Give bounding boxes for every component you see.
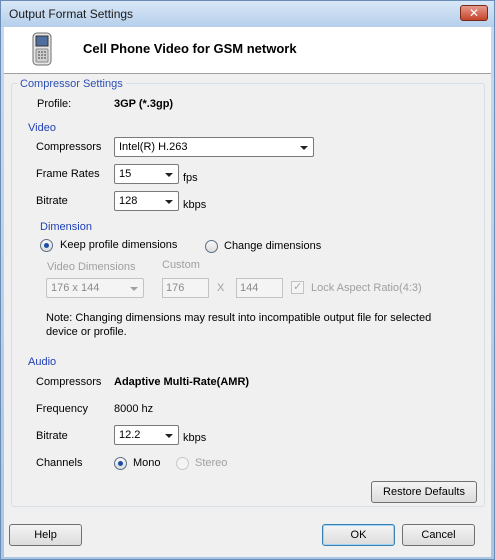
frequency-value: 8000 hz [114,403,154,415]
close-button[interactable]: ✕ [460,5,488,21]
video-dimensions-label: Video Dimensions [47,261,136,273]
header: Cell Phone Video for GSM network [4,27,491,72]
profile-heading: Cell Phone Video for GSM network [83,41,297,56]
frame-rates-select[interactable]: 15 [114,164,179,184]
mono-label[interactable]: Mono [133,457,161,469]
dimension-note-line2: device or profile. [46,326,127,338]
window-title: Output Format Settings [9,7,134,21]
change-dimensions-label[interactable]: Change dimensions [224,240,321,252]
mono-radio[interactable] [114,457,127,470]
dimension-section-label: Dimension [40,221,92,233]
profile-label: Profile: [37,98,72,110]
profile-value: 3GP (*.3gp) [114,98,174,110]
stereo-radio[interactable] [176,457,189,470]
audio-compressor-value: Adaptive Multi-Rate(AMR) [114,376,250,388]
fps-unit: fps [183,172,198,184]
output-format-settings-dialog: Output Format Settings ✕ Cell Phone Vide… [0,0,495,560]
keep-dimensions-radio[interactable] [40,239,53,252]
dialog-client-area: Cell Phone Video for GSM network Compres… [4,27,491,557]
cancel-button[interactable]: Cancel [402,524,475,546]
video-section-label: Video [28,122,56,134]
ok-button[interactable]: OK [322,524,395,546]
chevron-down-icon [300,146,308,150]
stereo-label[interactable]: Stereo [195,457,227,469]
video-compressors-label: Compressors [36,141,102,153]
cell-phone-icon [32,32,52,66]
lock-aspect-label[interactable]: Lock Aspect Ratio(4:3) [311,282,422,294]
help-button[interactable]: Help [9,524,82,546]
settings-panel: Compressor Settings Profile: 3GP (*.3gp)… [4,74,491,510]
chevron-down-icon [165,434,173,438]
video-dimensions-select[interactable]: 176 x 144 [46,278,144,298]
footer: Help OK Cancel [4,510,491,557]
keep-dimensions-label[interactable]: Keep profile dimensions [60,239,177,251]
video-kbps-unit: kbps [183,199,207,211]
frequency-label: Frequency [36,403,88,415]
video-bitrate-select[interactable]: 128 [114,191,179,211]
restore-defaults-button[interactable]: Restore Defaults [371,481,477,503]
frame-rates-label: Frame Rates [36,168,100,180]
dimension-x-label: X [217,282,225,294]
audio-kbps-unit: kbps [183,432,207,444]
chevron-down-icon [165,200,173,204]
audio-bitrate-label: Bitrate [36,430,68,442]
audio-section-label: Audio [28,356,57,368]
audio-compressors-label: Compressors [36,376,102,388]
compressor-settings-legend: Compressor Settings [17,78,126,90]
lock-aspect-checkbox[interactable]: ✓ [291,281,304,294]
custom-label: Custom [162,259,200,271]
custom-height-input[interactable]: 144 [236,278,283,298]
checkmark-icon: ✓ [293,281,303,293]
audio-bitrate-select[interactable]: 12.2 [114,425,179,445]
video-compressor-select[interactable]: Intel(R) H.263 [114,137,314,157]
close-icon: ✕ [468,6,480,20]
channels-label: Channels [36,457,83,469]
chevron-down-icon [165,173,173,177]
title-bar[interactable]: Output Format Settings ✕ [1,1,494,27]
dimension-note-line1: Note: Changing dimensions may result int… [46,312,432,324]
change-dimensions-radio[interactable] [205,240,218,253]
chevron-down-icon [130,287,138,291]
video-bitrate-label: Bitrate [36,195,68,207]
custom-width-input[interactable]: 176 [162,278,209,298]
